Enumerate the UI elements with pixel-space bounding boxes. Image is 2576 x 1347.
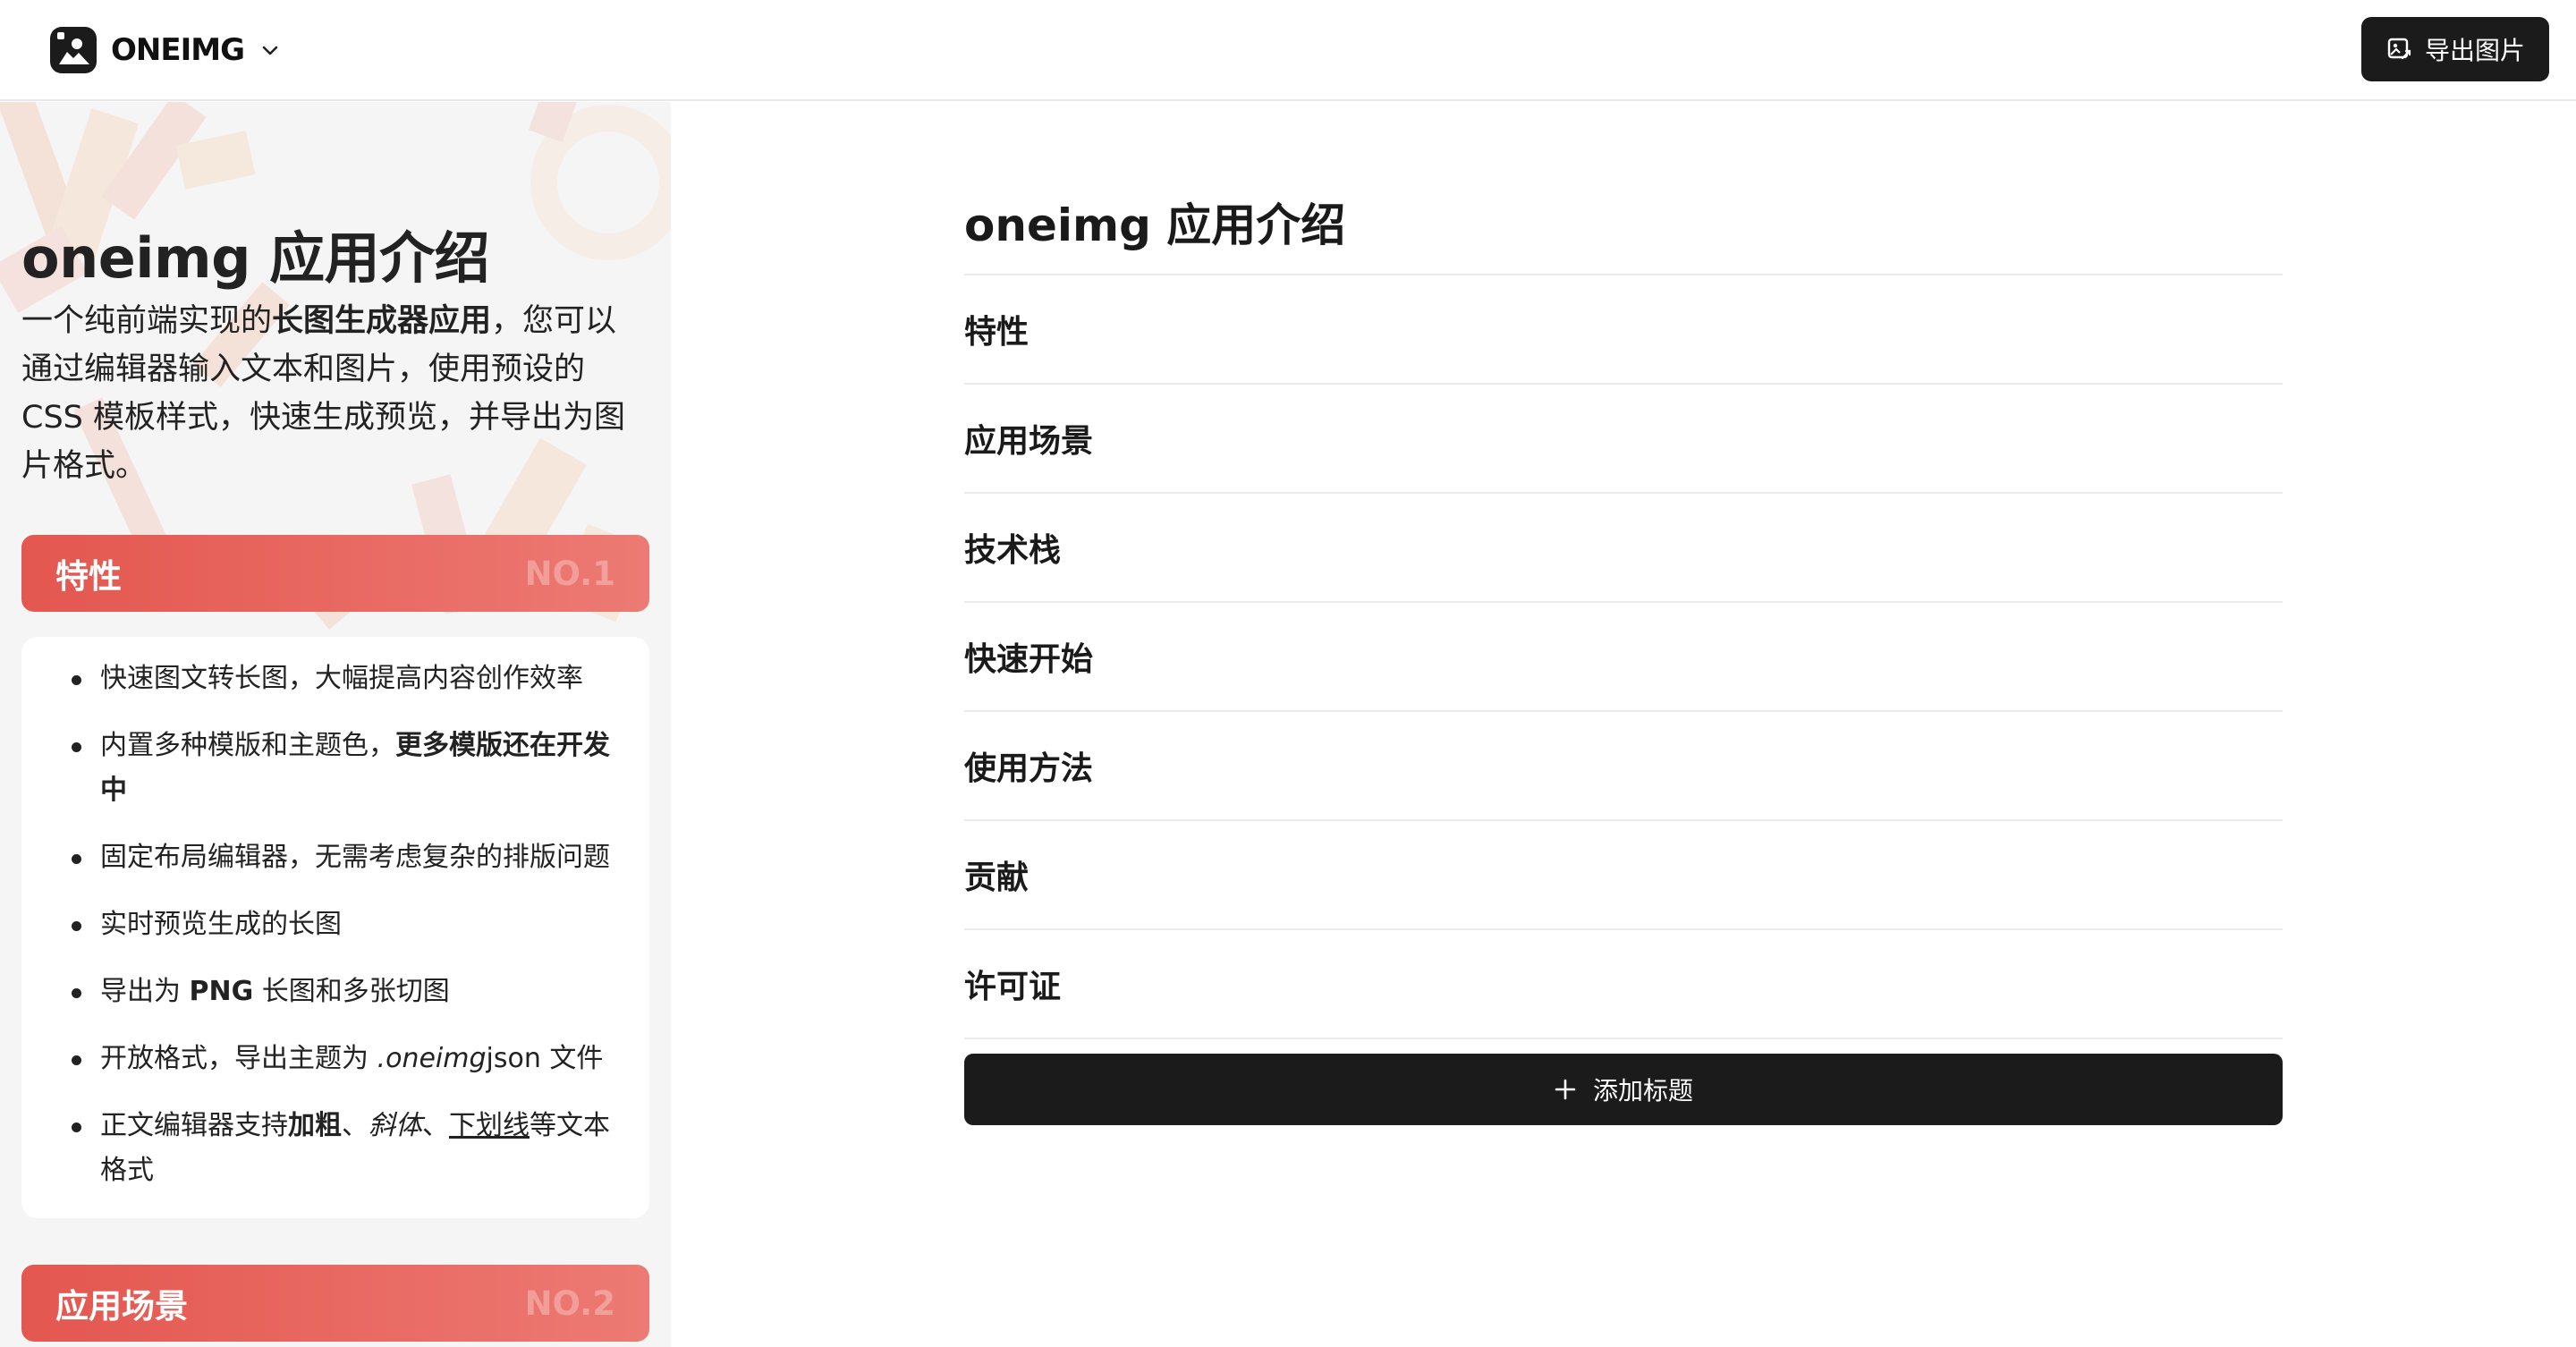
outline-item-license[interactable]: 许可证 (964, 930, 2283, 1038)
list-item: 开放格式，导出主题为 .oneimgjson 文件 (72, 1037, 610, 1081)
outline-item-features[interactable]: 特性 (964, 275, 2283, 383)
brand-switcher[interactable]: ONEIMG (50, 25, 280, 75)
chevron-down-icon[interactable] (260, 40, 280, 60)
long-image-preview: oneimg 应用介绍 一个纯前端实现的长图生成器应用，您可以通过编辑器输入文本… (0, 102, 671, 1347)
outline-item-usage[interactable]: 使用方法 (964, 712, 2283, 819)
preview-title: oneimg 应用介绍 (21, 225, 490, 291)
outline-item-tech-stack[interactable]: 技术栈 (964, 494, 2283, 601)
add-heading-label: 添加标题 (1592, 1076, 1693, 1106)
list-item: 快速图文转长图，大幅提高内容创作效率 (72, 657, 610, 701)
image-logo-icon (50, 27, 97, 73)
export-image-button[interactable]: 导出图片 (2361, 17, 2549, 81)
section-number: NO.2 (524, 1283, 615, 1323)
list-item: 正文编辑器支持加粗、斜体、下划线等文本格式 (72, 1104, 610, 1193)
list-item: 实时预览生成的长图 (72, 902, 610, 947)
outline-item-quick-start[interactable]: 快速开始 (964, 603, 2283, 710)
plus-icon (1555, 1079, 1576, 1100)
document-title[interactable]: oneimg 应用介绍 (964, 190, 1345, 254)
list-item: 导出为 PNG 长图和多张切图 (72, 970, 610, 1014)
section-header-features: 特性 NO.1 (21, 535, 649, 612)
top-bar: ONEIMG 导出图片 (0, 0, 2576, 101)
preview-description: 一个纯前端实现的长图生成器应用，您可以通过编辑器输入文本和图片，使用预设的 CS… (21, 303, 625, 484)
divider (964, 1038, 2283, 1039)
add-heading-button[interactable]: 添加标题 (964, 1054, 2283, 1125)
image-export-icon (2387, 38, 2411, 60)
features-list: 快速图文转长图，大幅提高内容创作效率 内置多种模版和主题色，更多模版还在开发中 … (72, 657, 610, 1193)
section-header-scenarios: 应用场景 NO.2 (21, 1265, 649, 1342)
brand-name: ONEIMG (111, 32, 245, 68)
section-title: 特性 (55, 557, 122, 596)
outline-item-contributing[interactable]: 贡献 (964, 821, 2283, 928)
export-button-label: 导出图片 (2424, 36, 2525, 65)
list-item: 固定布局编辑器，无需考虑复杂的排版问题 (72, 835, 610, 880)
section-number: NO.1 (524, 554, 615, 593)
list-item: 内置多种模版和主题色，更多模版还在开发中 (72, 724, 610, 813)
outline-item-scenarios[interactable]: 应用场景 (964, 385, 2283, 492)
section-title: 应用场景 (55, 1287, 188, 1326)
features-card: 快速图文转长图，大幅提高内容创作效率 内置多种模版和主题色，更多模版还在开发中 … (21, 637, 649, 1218)
